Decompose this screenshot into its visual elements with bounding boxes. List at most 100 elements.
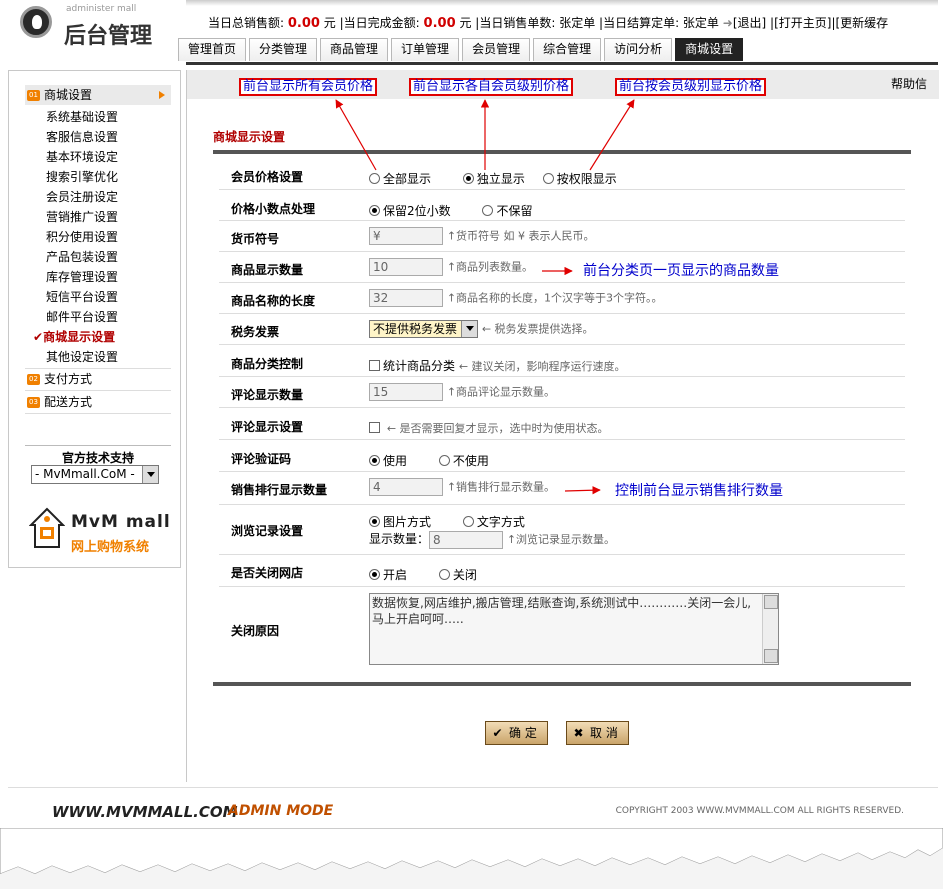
sidebar-section-payment[interactable]: 02 支付方式 — [25, 369, 171, 389]
completed-label: |当日完成金额: — [339, 16, 420, 30]
sales-rank-input[interactable]: 4 — [369, 478, 443, 496]
confirm-button[interactable]: ✔ 确 定 — [485, 721, 548, 745]
sidebar-item-packaging[interactable]: 产品包装设置 — [46, 247, 118, 267]
radio-image-mode-label: 图片方式 — [383, 515, 432, 529]
daily-stats: 当日总销售额: 0.00 元 |当日完成金额: 0.00 元 |当日销售单数: … — [208, 14, 888, 31]
sidebar-item-marketing[interactable]: 营销推广设置 — [46, 207, 118, 227]
help-link[interactable]: 帮助信 — [891, 75, 927, 92]
close-reason-textarea[interactable]: 数据恢复,网店维护,搬店管理,结账查询,系统测试中…………关闭一会儿,马上开启呵… — [369, 593, 779, 665]
sidebar-section-label: 商城设置 — [44, 88, 93, 102]
radio-image-mode[interactable] — [369, 516, 380, 527]
radio-by-permission[interactable] — [542, 173, 554, 184]
name-length-input[interactable]: 32 — [369, 289, 443, 307]
tab-general[interactable]: 综合管理 — [533, 38, 602, 61]
invoice-select[interactable]: 不提供税务发票 — [369, 320, 479, 338]
support-select[interactable]: - MvMmall.CoM - — [31, 465, 159, 484]
house-logo-icon — [29, 507, 65, 548]
sidebar-item-system-basic[interactable]: 系统基础设置 — [46, 107, 118, 127]
header-top-bar — [186, 0, 938, 6]
arrow-icon: ➜ — [722, 16, 733, 30]
currency-note: ↑货币符号 如 ¥ 表示人民币。 — [446, 229, 595, 243]
decimal-label: 价格小数点处理 — [231, 202, 316, 216]
sidebar-item-other[interactable]: 其他设定设置 — [46, 347, 118, 367]
radio-text-mode[interactable] — [462, 516, 474, 527]
browse-count-input[interactable]: 8 — [429, 530, 504, 549]
radio-shop-open[interactable] — [369, 569, 380, 580]
category-stat-checkbox[interactable] — [369, 360, 380, 371]
category-control-note: ← 建议关闭，影响程序运行速度。 — [458, 360, 626, 373]
goods-count-input[interactable]: 10 — [369, 258, 443, 276]
sidebar-item-points[interactable]: 积分使用设置 — [46, 227, 118, 247]
radio-independent[interactable] — [462, 173, 474, 184]
radio-captcha-off-label: 不使用 — [452, 454, 489, 468]
sidebar-section-shipping[interactable]: 03 配送方式 — [25, 392, 171, 412]
radio-captcha-on[interactable] — [369, 455, 380, 466]
header-divider — [186, 62, 938, 65]
tab-mall-settings[interactable]: 商城设置 — [675, 38, 744, 61]
currency-label: 货币符号 — [231, 232, 280, 246]
sidebar-item-customer-service[interactable]: 客服信息设置 — [46, 127, 118, 147]
sidebar-divider — [25, 445, 171, 446]
total-sales-unit: 元 — [323, 16, 336, 30]
sidebar-item-email[interactable]: 邮件平台设置 — [46, 307, 118, 327]
radio-no-decimals[interactable] — [482, 205, 494, 216]
logo-title: 后台管理 — [64, 24, 153, 49]
currency-control: ¥ ↑货币符号 如 ¥ 表示人民币。 — [369, 227, 595, 245]
review-captcha-label: 评论验证码 — [231, 452, 292, 466]
review-display-checkbox[interactable] — [369, 422, 380, 433]
chevron-down-icon — [142, 466, 158, 483]
radio-by-permission-label: 按权限显示 — [556, 172, 617, 186]
sidebar-divider — [25, 413, 171, 414]
browse-history-label: 浏览记录设置 — [231, 524, 304, 538]
radio-captcha-off[interactable] — [438, 455, 450, 466]
tab-goods[interactable]: 商品管理 — [320, 38, 389, 61]
completed-unit: 元 — [459, 16, 472, 30]
sales-rank-control: 4 ↑销售排行显示数量。 — [369, 478, 555, 496]
sidebar-item-seo[interactable]: 搜索引擎优化 — [46, 167, 118, 187]
sidebar-item-environment[interactable]: 基本环境设定 — [46, 147, 118, 167]
radio-shop-open-label: 开启 — [383, 568, 408, 582]
category-control-options: 统计商品分类 ← 建议关闭，影响程序运行速度。 — [369, 357, 626, 374]
review-count-label: 评论显示数量 — [231, 388, 304, 402]
radio-captcha-on-label: 使用 — [383, 454, 408, 468]
open-home-link[interactable]: |[打开主页]| — [770, 16, 835, 30]
sidebar-item-sms[interactable]: 短信平台设置 — [46, 287, 118, 307]
sales-rank-label: 销售排行显示数量 — [231, 483, 328, 497]
invoice-select-value: 不提供税务发票 — [373, 322, 458, 336]
tab-analytics[interactable]: 访问分析 — [604, 38, 673, 61]
name-length-control: 32 ↑商品名称的长度，1个汉字等于3个字符。。 — [369, 289, 663, 307]
sidebar-item-inventory[interactable]: 库存管理设置 — [46, 267, 118, 287]
logout-link[interactable]: [退出] — [733, 16, 766, 30]
logo-subtitle: administer mall — [66, 4, 137, 14]
torn-edge-decoration — [0, 828, 943, 889]
tab-category[interactable]: 分类管理 — [249, 38, 318, 61]
footer-mode: ADMIN MODE — [228, 803, 334, 819]
radio-shop-closed[interactable] — [438, 569, 450, 580]
tab-orders[interactable]: 订单管理 — [391, 38, 460, 61]
confirm-button-label: 确 定 — [509, 726, 537, 740]
update-cache-link[interactable]: [更新缓存 — [835, 16, 888, 30]
goods-count-label: 商品显示数量 — [231, 263, 304, 277]
close-reason-label: 关闭原因 — [231, 624, 280, 638]
currency-input[interactable]: ¥ — [369, 227, 443, 245]
review-count-input[interactable]: 15 — [369, 383, 443, 401]
sidebar-item-display-settings[interactable]: ✔商城显示设置 — [33, 327, 115, 347]
textarea-scrollbar[interactable] — [762, 594, 778, 664]
invoice-control: 不提供税务发票 ← 税务发票提供选择。 — [369, 320, 594, 338]
brand-subtitle: 网上购物系统 — [71, 540, 150, 555]
radio-show-all-label: 全部显示 — [383, 172, 432, 186]
tab-home[interactable]: 管理首页 — [178, 38, 247, 61]
cancel-button[interactable]: ✖ 取 消 — [566, 721, 629, 745]
decimal-options: 保留2位小数 不保留 — [369, 202, 532, 219]
sidebar-item-label: 商城显示设置 — [43, 330, 116, 344]
cancel-button-label: 取 消 — [590, 726, 618, 740]
radio-keep-two-decimals-label: 保留2位小数 — [383, 204, 451, 218]
radio-keep-two-decimals[interactable] — [369, 205, 380, 216]
sidebar-item-registration[interactable]: 会员注册设定 — [46, 187, 118, 207]
tab-members[interactable]: 会员管理 — [462, 38, 531, 61]
section-title: 商城显示设置 — [213, 130, 286, 144]
radio-show-all[interactable] — [369, 173, 380, 184]
sidebar-section-mall-settings[interactable]: 01 商城设置 — [25, 85, 171, 105]
browse-count-note: ↑浏览记录显示数量。 — [506, 533, 616, 546]
close-reason-text: 数据恢复,网店维护,搬店管理,结账查询,系统测试中…………关闭一会儿,马上开启呵… — [372, 596, 752, 626]
